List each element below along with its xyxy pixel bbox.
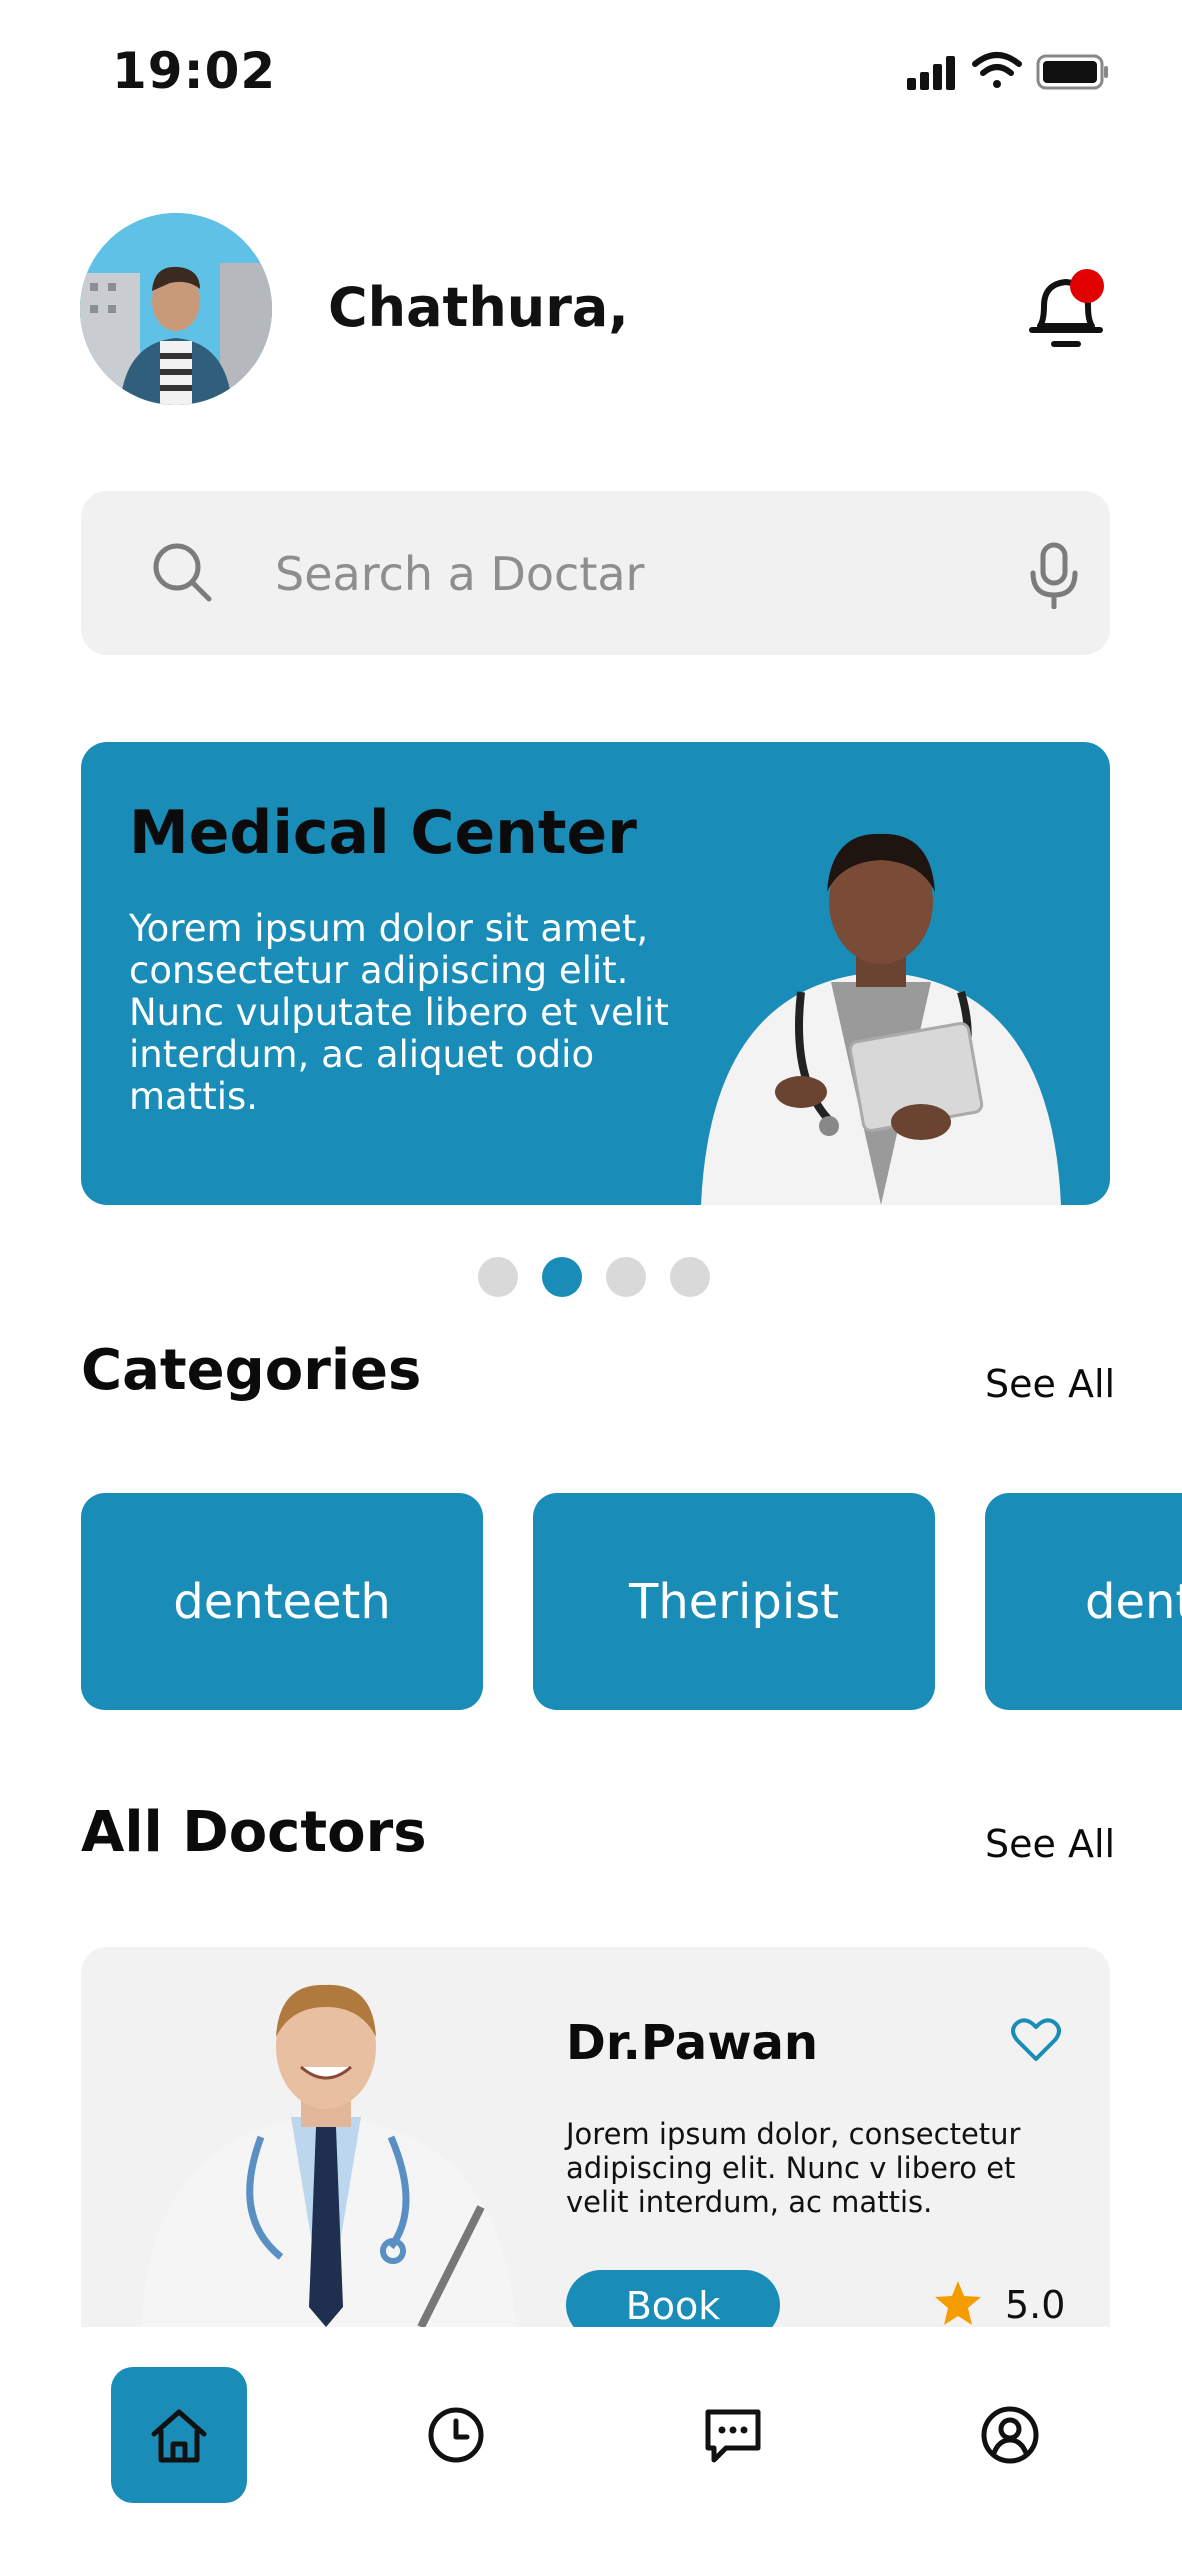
- carousel-dot[interactable]: [670, 1257, 710, 1297]
- home-icon: [151, 2409, 207, 2463]
- doctor-rating: 5.0: [1005, 2283, 1066, 2327]
- carousel-dot[interactable]: [478, 1257, 518, 1297]
- notification-bell-icon[interactable]: [1026, 268, 1106, 354]
- nav-history[interactable]: [388, 2367, 524, 2503]
- wifi-icon: [972, 52, 1022, 88]
- greeting-text: Chathura,: [328, 276, 629, 339]
- nav-home[interactable]: [111, 2367, 247, 2503]
- categories-see-all-link[interactable]: See All: [985, 1362, 1115, 1406]
- promo-banner[interactable]: Medical Center Yorem ipsum dolor sit ame…: [81, 742, 1110, 1205]
- clock-icon: [428, 2407, 484, 2463]
- profile-icon: [981, 2406, 1039, 2464]
- category-label: denteeth: [173, 1573, 391, 1630]
- microphone-icon[interactable]: [1026, 541, 1082, 609]
- star-icon: [935, 2281, 981, 2325]
- avatar-image: [80, 213, 272, 405]
- carousel-dot-active[interactable]: [542, 1257, 582, 1297]
- doctor-description: Jorem ipsum dolor, consectetur adipiscin…: [566, 2117, 1021, 2219]
- banner-text: Yorem ipsum dolor sit amet, consectetur …: [129, 907, 669, 1118]
- doctors-see-all-link[interactable]: See All: [985, 1822, 1115, 1866]
- battery-icon: [1036, 54, 1108, 90]
- doctor-card[interactable]: Dr.Pawan Jorem ipsum dolor, consectetur …: [81, 1947, 1110, 2327]
- doctor-photo: [141, 1984, 516, 2327]
- book-button[interactable]: Book: [566, 2270, 780, 2327]
- doctor-name: Dr.Pawan: [566, 2015, 819, 2071]
- banner-title: Medical Center: [129, 798, 637, 868]
- search-icon[interactable]: [151, 541, 213, 603]
- doctors-title: All Doctors: [81, 1800, 427, 1865]
- favorite-heart-icon[interactable]: [1011, 2017, 1061, 2063]
- category-label: denteeth: [1085, 1573, 1182, 1630]
- banner-doctor-image: [701, 833, 1061, 1205]
- search-input[interactable]: [273, 533, 977, 615]
- category-card[interactable]: denteeth: [81, 1493, 483, 1710]
- nav-messages[interactable]: [665, 2367, 801, 2503]
- category-label: Theripist: [629, 1573, 839, 1630]
- nav-profile[interactable]: [942, 2367, 1078, 2503]
- carousel-indicator: [478, 1257, 710, 1297]
- search-bar[interactable]: [81, 491, 1110, 655]
- status-icons: [907, 52, 1108, 90]
- notification-dot: [1070, 269, 1104, 303]
- avatar[interactable]: [80, 213, 272, 405]
- category-card[interactable]: denteeth: [985, 1493, 1182, 1710]
- signal-icon: [907, 56, 955, 90]
- categories-title: Categories: [81, 1338, 422, 1403]
- carousel-dot[interactable]: [606, 1257, 646, 1297]
- status-time: 19:02: [112, 42, 277, 100]
- category-card[interactable]: Theripist: [533, 1493, 935, 1710]
- chat-icon: [705, 2409, 761, 2463]
- bottom-navigation: [0, 2327, 1182, 2551]
